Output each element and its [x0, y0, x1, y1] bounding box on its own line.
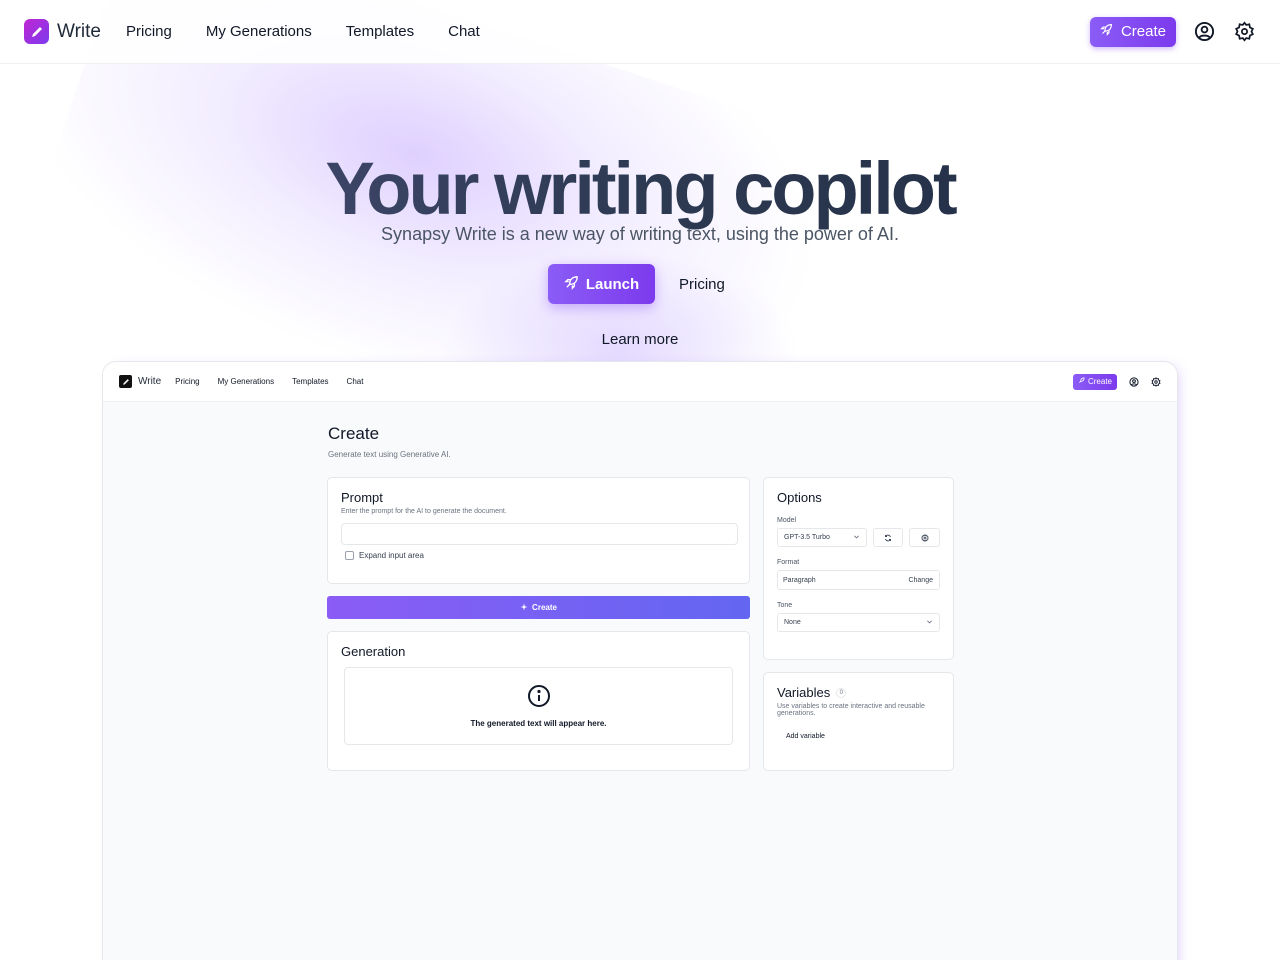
format-label: Format [777, 559, 800, 566]
hero-subtitle: Synapsy Write is a new way of writing te… [381, 224, 899, 244]
preview-page-title: Create [328, 424, 380, 443]
variables-header: Variables 0 [777, 685, 940, 700]
add-variable-button: Add variable [786, 733, 825, 740]
model-settings-button [909, 528, 941, 547]
preview-user-circle-icon [1128, 376, 1139, 387]
preview-nav-link-templates: Templates [292, 377, 329, 386]
logo-icon[interactable] [24, 19, 49, 44]
generation-title: Generation [341, 644, 406, 659]
expand-input-label: Expand input area [359, 551, 424, 560]
chevron-down-icon [853, 533, 860, 542]
variables-title: Variables [777, 685, 831, 700]
preview-logo-icon [119, 375, 132, 388]
preview-create-button: Create [1072, 373, 1117, 390]
model-row: GPT-3.5 Turbo [777, 528, 941, 547]
nav-actions: Create [1089, 16, 1256, 47]
format-field: Paragraph Change [777, 570, 940, 590]
model-value: GPT-3.5 Turbo [784, 534, 830, 541]
preview-page-description: Generate text using Generative AI. [328, 450, 451, 459]
launch-button-label: Launch [585, 275, 640, 293]
create-button[interactable]: Create [1089, 16, 1176, 47]
nav-link-pricing[interactable]: Pricing [126, 23, 172, 40]
prompt-description: Enter the prompt for the AI to generate … [341, 508, 507, 515]
hero-pricing-link[interactable]: Pricing [679, 276, 725, 293]
model-select: GPT-3.5 Turbo [777, 528, 867, 547]
info-icon [527, 684, 551, 713]
preview-nav-link-my-generations: My Generations [217, 377, 275, 386]
gear-icon[interactable] [1232, 20, 1256, 44]
preview-page-header: Create Generate text using Generative AI… [328, 424, 451, 459]
preview-nav-link-pricing: Pricing [175, 377, 200, 386]
prompt-input [341, 523, 738, 545]
generation-card: Generation The generated text will appea… [327, 631, 750, 771]
tone-value: None [784, 619, 801, 626]
variables-description: Use variables to create interactive and … [777, 703, 925, 717]
launch-button[interactable]: Launch [548, 264, 655, 304]
format-value: Paragraph [783, 576, 816, 584]
expand-input-option: Expand input area [341, 551, 736, 560]
preview-nav-link-chat: Chat [346, 377, 364, 386]
refresh-button [872, 528, 904, 547]
variables-count-badge: 0 [836, 687, 847, 698]
sparkle-icon [520, 603, 528, 613]
nav-link-chat[interactable]: Chat [448, 23, 480, 40]
top-navbar: Write Pricing My Generations Templates C… [0, 0, 1280, 64]
preview-generate-label: Create [532, 603, 557, 612]
brand-name[interactable]: Write [57, 21, 101, 43]
prompt-card: Prompt Enter the prompt for the AI to ge… [327, 477, 750, 584]
refresh-icon [884, 529, 892, 547]
preview-create-label: Create [1087, 377, 1112, 386]
prompt-title: Prompt [341, 490, 383, 505]
hero-actions: Launch Pricing [548, 264, 725, 304]
preview-brand-name: Write [138, 376, 162, 387]
rocket-icon [1078, 377, 1085, 386]
variables-card: Variables 0 Use variables to create inte… [763, 672, 954, 771]
generation-output: The generated text will appear here. [344, 667, 733, 745]
preview-navbar: Write Pricing My Generations Templates C… [103, 362, 1177, 402]
rocket-icon [564, 275, 579, 294]
hero-title: Your writing copilot [0, 146, 1280, 231]
preview-nav-actions: Create [1072, 373, 1161, 390]
options-title: Options [777, 490, 822, 505]
tone-label: Tone [777, 602, 793, 609]
model-label: Model [777, 517, 797, 524]
format-change-button: Change [908, 576, 933, 584]
gear-icon [921, 529, 929, 547]
app-preview: Write Pricing My Generations Templates C… [102, 361, 1178, 960]
chevron-down-icon [926, 618, 933, 627]
learn-more-link[interactable]: Learn more [0, 331, 1280, 348]
tone-select: None [777, 613, 940, 632]
rocket-icon [1100, 23, 1113, 40]
create-button-label: Create [1120, 23, 1166, 40]
preview-generate-button: Create [327, 596, 750, 619]
nav-link-my-generations[interactable]: My Generations [206, 23, 312, 40]
user-circle-icon[interactable] [1192, 20, 1216, 44]
options-card: Options Model GPT-3.5 Turbo Format Parag… [763, 477, 954, 660]
generation-empty-text: The generated text will appear here. [470, 719, 607, 728]
preview-gear-icon [1150, 376, 1161, 387]
nav-link-templates[interactable]: Templates [346, 23, 414, 40]
expand-input-checkbox [345, 551, 354, 560]
